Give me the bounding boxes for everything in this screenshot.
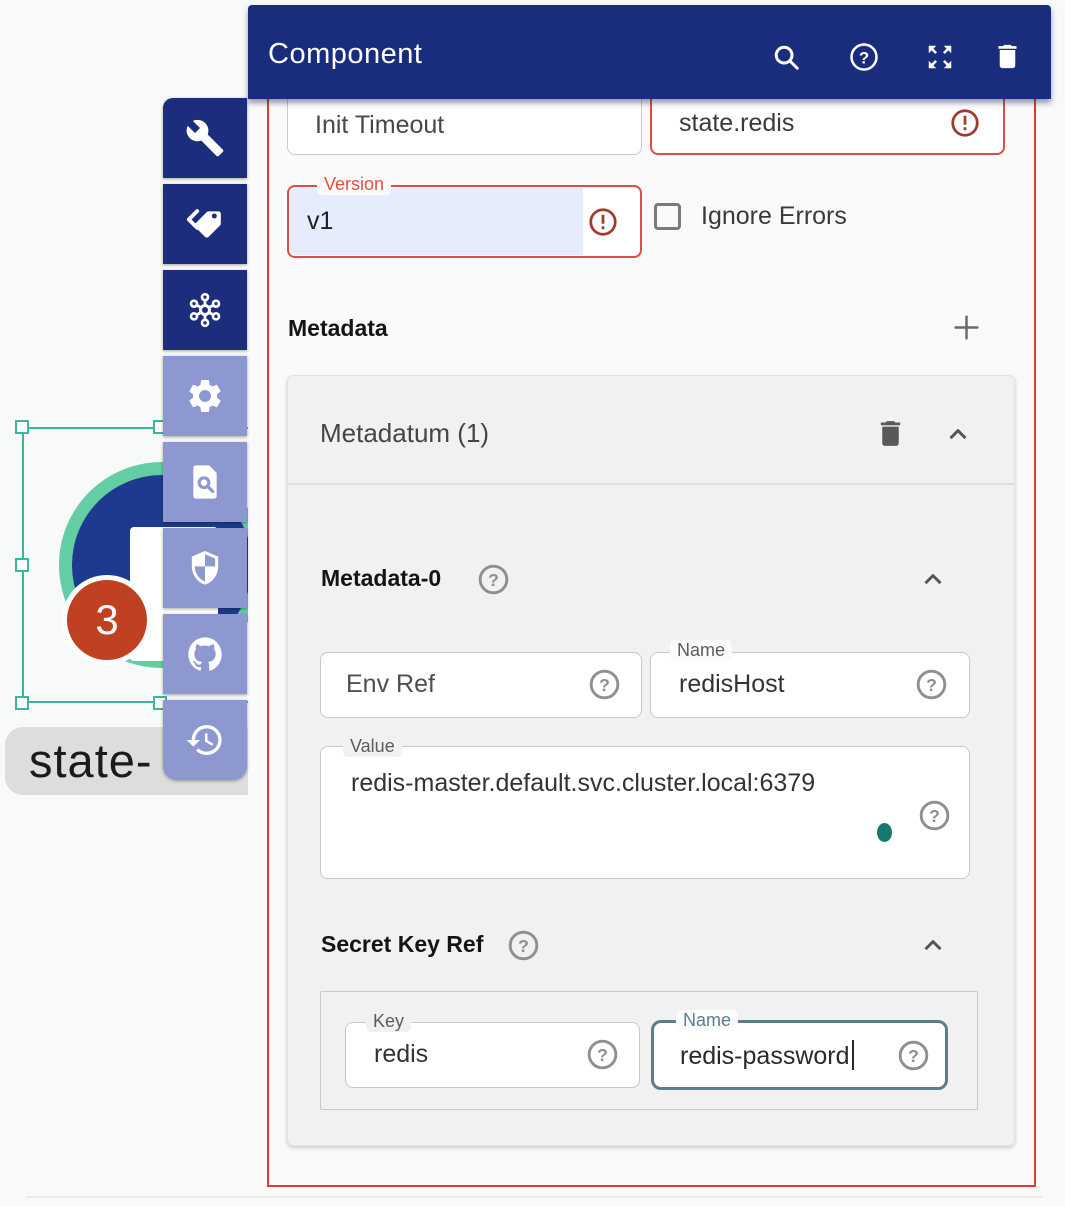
toolbar-hub-button[interactable]	[163, 270, 247, 350]
delete-metadatum-icon[interactable]	[874, 417, 907, 450]
version-autofill-highlight	[290, 188, 583, 255]
toolbar-settings-button[interactable]	[163, 356, 247, 436]
version-field[interactable]: v1	[287, 185, 642, 258]
toolbar-tag-button[interactable]	[163, 184, 247, 264]
add-metadata-button[interactable]	[949, 310, 984, 345]
metadata-0-help-icon[interactable]: ?	[477, 563, 510, 596]
secret-name-label: Name	[676, 1010, 738, 1031]
text-cursor	[852, 1040, 855, 1070]
collapse-metadatum-icon[interactable]	[943, 420, 973, 450]
svg-text:?: ?	[926, 675, 937, 695]
svg-text:?: ?	[488, 570, 499, 590]
search-icon[interactable]	[771, 42, 801, 72]
svg-text:?: ?	[597, 1045, 608, 1065]
toolbar-inspect-button[interactable]	[163, 442, 247, 522]
metadata-name-label: Name	[670, 640, 732, 661]
secret-name-text: redis-password	[680, 1040, 854, 1071]
secret-key-label: Key	[366, 1011, 411, 1032]
toolbar-github-button[interactable]	[163, 614, 247, 694]
field-help-icon[interactable]: ?	[586, 1038, 619, 1071]
toolbar-history-button[interactable]	[163, 700, 247, 780]
init-timeout-field[interactable]: Init Timeout	[287, 99, 642, 155]
error-count-badge[interactable]: 3	[62, 575, 152, 665]
env-ref-text: Env Ref	[346, 670, 435, 699]
init-timeout-text: Init Timeout	[315, 111, 444, 140]
ignore-errors-label: Ignore Errors	[701, 202, 847, 231]
panel-title: Component	[268, 38, 422, 71]
secret-key-ref-title: Secret Key Ref	[321, 931, 483, 958]
value-status-dot	[877, 823, 892, 842]
svg-text:?: ?	[929, 806, 940, 826]
version-value: v1	[307, 207, 333, 236]
metadata-name-field[interactable]: redisHost ?	[650, 652, 970, 718]
metadata-value-text: redis-master.default.svc.cluster.local:6…	[351, 769, 815, 798]
field-help-icon[interactable]: ?	[915, 668, 948, 701]
delete-icon[interactable]	[992, 41, 1022, 71]
secret-key-ref-help-icon[interactable]: ?	[507, 929, 540, 962]
field-help-icon[interactable]: ?	[897, 1039, 930, 1072]
svg-text:?: ?	[518, 936, 529, 956]
svg-text:?: ?	[859, 48, 869, 67]
collapse-metadata-0-icon[interactable]	[918, 565, 948, 595]
shield-icon	[185, 548, 225, 588]
toolbar-configure-button[interactable]	[163, 98, 247, 178]
ignore-errors-checkbox[interactable]	[654, 203, 681, 230]
svg-text:?: ?	[908, 1046, 919, 1066]
github-icon	[185, 634, 225, 674]
selection-handle-sw[interactable]	[15, 696, 29, 710]
error-icon	[950, 108, 980, 138]
help-icon[interactable]: ?	[849, 42, 879, 72]
component-type-field[interactable]: state.redis	[650, 99, 1005, 155]
history-icon	[185, 720, 225, 760]
badge-count: 3	[95, 596, 118, 643]
hub-network-icon	[185, 290, 225, 330]
metadata-value-label: Value	[343, 736, 402, 757]
field-help-icon[interactable]: ?	[918, 799, 951, 832]
field-help-icon[interactable]: ?	[588, 668, 621, 701]
document-search-icon	[185, 462, 225, 502]
toolbar-security-button[interactable]	[163, 528, 247, 608]
wrench-icon	[185, 118, 225, 158]
svg-text:?: ?	[599, 675, 610, 695]
selection-handle-nw[interactable]	[15, 420, 29, 434]
selection-handle-w[interactable]	[15, 558, 29, 572]
panel-bottom-divider	[26, 1196, 1042, 1198]
collapse-secret-key-ref-icon[interactable]	[918, 931, 948, 961]
metadata-name-text: redisHost	[679, 670, 785, 699]
component-type-text: state.redis	[679, 109, 794, 138]
gear-icon	[185, 376, 225, 416]
metadatum-title: Metadatum (1)	[320, 418, 489, 449]
metadata-0-title: Metadata-0	[321, 565, 441, 592]
secret-key-text: redis	[374, 1040, 428, 1069]
metadata-value-field[interactable]: redis-master.default.svc.cluster.local:6…	[320, 746, 970, 879]
tag-icon	[185, 204, 225, 244]
panel-header: Component ?	[248, 5, 1051, 99]
design-canvas: 3 state-	[0, 0, 1065, 1206]
card-divider	[288, 483, 1014, 485]
metadata-heading: Metadata	[288, 315, 388, 342]
env-ref-field[interactable]: Env Ref ?	[320, 652, 642, 718]
version-label: Version	[317, 174, 391, 195]
error-icon	[588, 207, 618, 237]
fullscreen-icon[interactable]	[925, 42, 955, 72]
